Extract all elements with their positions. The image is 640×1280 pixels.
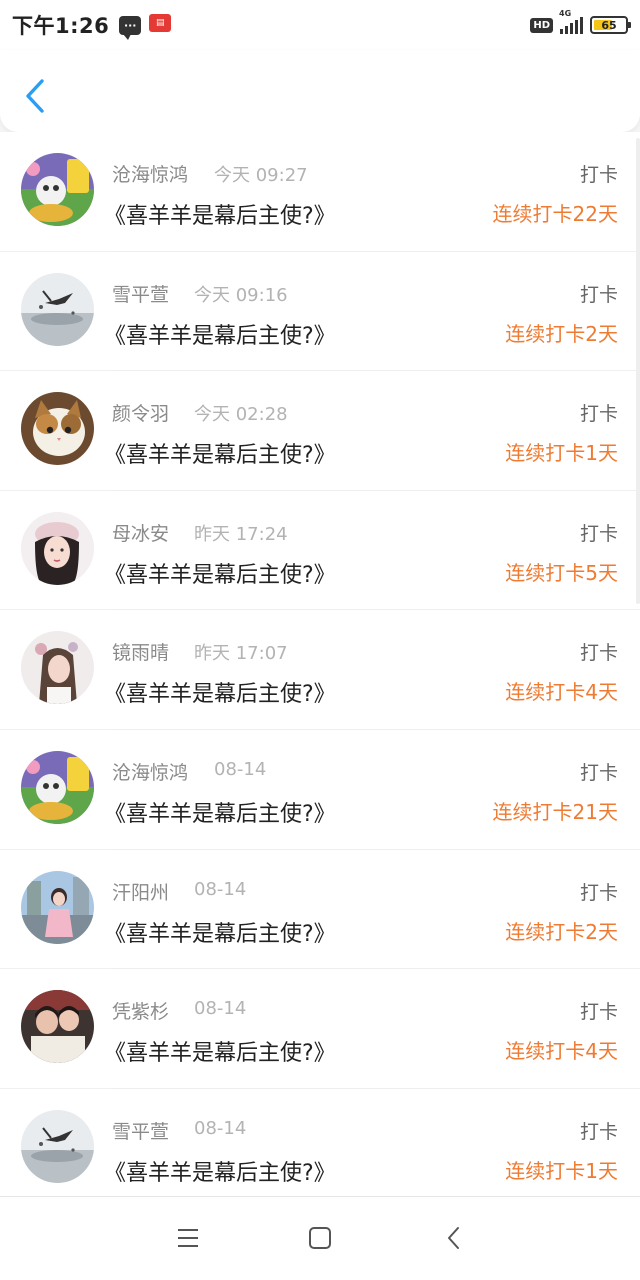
book-title[interactable]: 《喜羊羊是幕后主使?》 [104,437,336,469]
user-avatar[interactable] [21,631,94,705]
checkin-time: 08-14 [194,878,247,900]
message-icon: ··· [119,15,142,40]
checkin-action-label: 打卡 [579,1001,618,1024]
checkin-action-label: 打卡 [579,881,618,904]
book-title[interactable]: 《喜羊羊是幕后主使?》 [104,198,336,230]
checkin-action-label: 打卡 [579,164,618,186]
system-nav-bar [0,1196,640,1280]
checkin-time: 08-14 [194,998,247,1020]
checkin-time: 昨天 17:07 [194,643,288,665]
status-indicators: HD 4G 65 [530,9,631,34]
username[interactable]: 颜令羽 [112,399,169,426]
status-time: 下午1:26 [12,14,110,38]
chevron-left-icon [26,79,44,113]
checkin-action-label: 打卡 [579,761,618,784]
username[interactable]: 母冰安 [112,519,169,546]
checkin-list-item[interactable]: 雪平萱 今天 09:16 《喜羊羊是幕后主使?》 打卡连续打卡2天 [0,251,640,372]
scroll-indicator[interactable] [636,138,640,604]
user-avatar[interactable] [21,272,94,346]
checkin-list-item[interactable]: 母冰安 昨天 17:24 《喜羊羊是幕后主使?》 打卡连续打卡5天 [0,490,640,611]
streak-count: 连续打卡2天 [505,919,618,944]
checkin-time: 昨天 17:24 [194,523,288,545]
notification-icons: ··· ▤ [119,14,172,40]
checkin-time: 08-14 [194,1117,247,1139]
user-avatar[interactable] [21,511,94,585]
book-title[interactable]: 《喜羊羊是幕后主使?》 [104,1035,336,1067]
checkin-list-item[interactable]: 沧海惊鸿 08-14 《喜羊羊是幕后主使?》 打卡连续打卡21天 [0,729,640,850]
network-type: 4G [559,9,572,18]
streak-count: 连续打卡5天 [505,560,618,585]
streak-count: 连续打卡1天 [505,1158,618,1183]
user-avatar[interactable] [21,870,94,944]
streak-count: 连续打卡4天 [505,680,618,705]
user-avatar[interactable] [21,750,94,824]
book-title[interactable]: 《喜羊羊是幕后主使?》 [104,676,336,708]
status-bar: 下午1:26 ··· ▤ HD 4G 65 [0,0,640,50]
system-back-button[interactable] [434,1223,474,1253]
checkin-time: 今天 09:16 [194,284,288,306]
signal-icon: 4G [559,9,583,34]
streak-count: 连续打卡1天 [505,441,618,466]
username[interactable]: 凭紫杉 [112,997,169,1024]
username[interactable]: 汗阳州 [112,878,169,905]
user-avatar[interactable] [21,1109,94,1183]
book-title[interactable]: 《喜羊羊是幕后主使?》 [104,916,336,948]
home-button[interactable] [300,1223,340,1253]
book-title[interactable]: 《喜羊羊是幕后主使?》 [104,557,336,589]
home-square-icon [309,1227,331,1249]
username[interactable]: 镜雨晴 [112,638,169,665]
hd-badge: HD [530,17,553,33]
checkin-time: 08-14 [214,758,267,780]
streak-count: 连续打卡2天 [505,321,618,346]
back-button[interactable] [18,74,52,118]
username[interactable]: 沧海惊鸿 [112,758,188,785]
checkin-list-item[interactable]: 凭紫杉 08-14 《喜羊羊是幕后主使?》 打卡连续打卡4天 [0,969,640,1089]
checkin-list-item[interactable]: 颜令羽 今天 02:28 《喜羊羊是幕后主使?》 打卡连续打卡1天 [0,371,640,491]
menu-button[interactable] [168,1223,208,1253]
checkin-list-item[interactable]: 镜雨晴 昨天 17:07 《喜羊羊是幕后主使?》 打卡连续打卡4天 [0,610,640,730]
checkin-action-label: 打卡 [579,283,618,306]
checkin-list[interactable]: 沧海惊鸿 今天 09:27 《喜羊羊是幕后主使?》 打卡 连续打卡22天 雪平萱 今天 09… [0,132,640,1196]
book-title[interactable]: 《喜羊羊是幕后主使?》 [104,796,336,828]
user-avatar[interactable] [21,990,94,1064]
system-back-icon [448,1227,459,1249]
user-avatar[interactable] [21,153,94,226]
username[interactable]: 雪平萱 [112,1117,169,1144]
battery-level: 65 [601,18,617,32]
page-header [0,50,640,132]
menu-icon [178,1229,198,1247]
news-app-icon: ▤ [149,14,172,32]
checkin-time: 今天 02:28 [194,404,288,426]
checkin-action-label: 打卡 [579,642,618,665]
checkin-list-item[interactable]: 沧海惊鸿 今天 09:27 《喜羊羊是幕后主使?》 打卡连续打卡22天 [0,132,640,252]
checkin-action-label: 打卡 [579,403,618,426]
book-title[interactable]: 《喜羊羊是幕后主使?》 [104,1155,336,1187]
username[interactable]: 雪平萱 [112,280,169,307]
checkin-time: 今天 09:27 [214,165,308,186]
user-avatar[interactable] [21,392,94,466]
streak-count: 连续打卡21天 [492,799,618,824]
battery-icon: 65 [590,16,631,34]
checkin-list-item[interactable]: 雪平萱 08-14 《喜羊羊是幕后主使?》 打卡连续打卡1天 [0,1088,640,1196]
checkin-action-label: 打卡 [579,1120,618,1143]
streak-count: 连续打卡22天 [492,202,618,226]
streak-count: 连续打卡4天 [505,1039,618,1064]
book-title[interactable]: 《喜羊羊是幕后主使?》 [104,318,336,350]
checkin-action-label: 打卡 [579,522,618,545]
username[interactable]: 沧海惊鸿 [112,160,188,187]
checkin-list-item[interactable]: 汗阳州 08-14 《喜羊羊是幕后主使?》 打卡连续打卡2天 [0,849,640,970]
